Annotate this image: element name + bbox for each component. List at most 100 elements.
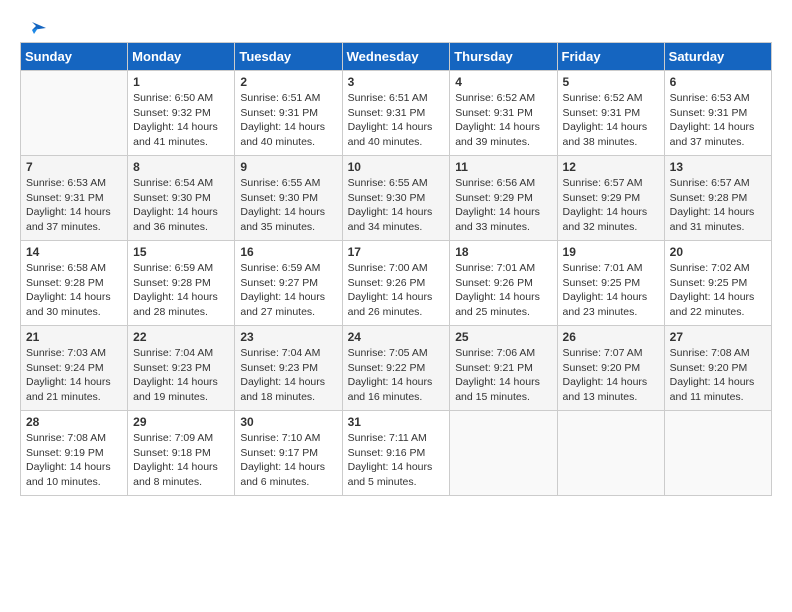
cell-text: Sunrise: 7:09 AM — [133, 431, 229, 446]
cell-text: Daylight: 14 hours — [348, 290, 445, 305]
calendar-cell: 11Sunrise: 6:56 AMSunset: 9:29 PMDayligh… — [450, 156, 557, 241]
day-number: 2 — [240, 75, 336, 89]
cell-text: Sunset: 9:31 PM — [670, 106, 766, 121]
cell-text: Sunset: 9:31 PM — [348, 106, 445, 121]
cell-text: Daylight: 14 hours — [670, 290, 766, 305]
cell-text: Sunrise: 7:07 AM — [563, 346, 659, 361]
cell-text: Sunrise: 6:55 AM — [348, 176, 445, 191]
cell-text: and 40 minutes. — [240, 135, 336, 150]
week-row: 7Sunrise: 6:53 AMSunset: 9:31 PMDaylight… — [21, 156, 772, 241]
cell-text: Sunset: 9:27 PM — [240, 276, 336, 291]
cell-text: Sunset: 9:29 PM — [455, 191, 551, 206]
header-cell-monday: Monday — [128, 43, 235, 71]
cell-text: Sunset: 9:21 PM — [455, 361, 551, 376]
calendar-cell — [21, 71, 128, 156]
cell-text: and 26 minutes. — [348, 305, 445, 320]
cell-text: and 31 minutes. — [670, 220, 766, 235]
header-cell-sunday: Sunday — [21, 43, 128, 71]
cell-text: Sunrise: 6:58 AM — [26, 261, 122, 276]
day-number: 30 — [240, 415, 336, 429]
cell-text: Sunrise: 6:54 AM — [133, 176, 229, 191]
cell-text: and 6 minutes. — [240, 475, 336, 490]
cell-text: Sunset: 9:28 PM — [133, 276, 229, 291]
day-number: 28 — [26, 415, 122, 429]
cell-text: Sunset: 9:16 PM — [348, 446, 445, 461]
cell-text: Sunrise: 6:59 AM — [133, 261, 229, 276]
cell-text: Sunrise: 7:11 AM — [348, 431, 445, 446]
calendar-cell: 15Sunrise: 6:59 AMSunset: 9:28 PMDayligh… — [128, 241, 235, 326]
day-number: 5 — [563, 75, 659, 89]
day-number: 8 — [133, 160, 229, 174]
calendar-cell: 6Sunrise: 6:53 AMSunset: 9:31 PMDaylight… — [664, 71, 771, 156]
cell-text: Sunset: 9:31 PM — [563, 106, 659, 121]
cell-text: Daylight: 14 hours — [563, 205, 659, 220]
cell-text: Daylight: 14 hours — [455, 290, 551, 305]
week-row: 28Sunrise: 7:08 AMSunset: 9:19 PMDayligh… — [21, 411, 772, 496]
cell-text: Daylight: 14 hours — [455, 375, 551, 390]
cell-text: and 34 minutes. — [348, 220, 445, 235]
cell-text: Daylight: 14 hours — [455, 120, 551, 135]
calendar-cell: 9Sunrise: 6:55 AMSunset: 9:30 PMDaylight… — [235, 156, 342, 241]
calendar-cell: 1Sunrise: 6:50 AMSunset: 9:32 PMDaylight… — [128, 71, 235, 156]
calendar-cell: 2 Sunrise: 6:51 AMSunset: 9:31 PMDaylight… — [235, 71, 342, 156]
cell-text: and 19 minutes. — [133, 390, 229, 405]
cell-text: Sunset: 9:31 PM — [26, 191, 122, 206]
calendar-cell: 31Sunrise: 7:11 AMSunset: 9:16 PMDayligh… — [342, 411, 450, 496]
cell-text: Sunrise: 6:51 AM — [240, 91, 336, 106]
cell-text: and 16 minutes. — [348, 390, 445, 405]
cell-text: Sunset: 9:17 PM — [240, 446, 336, 461]
cell-text: Daylight: 14 hours — [240, 205, 336, 220]
cell-text: Daylight: 14 hours — [240, 120, 336, 135]
cell-text: and 13 minutes. — [563, 390, 659, 405]
cell-text: and 11 minutes. — [670, 390, 766, 405]
day-number: 23 — [240, 330, 336, 344]
calendar-cell — [557, 411, 664, 496]
cell-text: Sunset: 9:20 PM — [563, 361, 659, 376]
cell-text: Sunrise: 6:55 AM — [240, 176, 336, 191]
cell-text: and 15 minutes. — [455, 390, 551, 405]
cell-text: Sunrise: 6:52 AM — [563, 91, 659, 106]
day-number: 19 — [563, 245, 659, 259]
day-number: 6 — [670, 75, 766, 89]
cell-text: Daylight: 14 hours — [133, 290, 229, 305]
logo-bird-icon — [24, 20, 46, 38]
cell-text: and 25 minutes. — [455, 305, 551, 320]
calendar-cell: 23Sunrise: 7:04 AMSunset: 9:23 PMDayligh… — [235, 326, 342, 411]
cell-text: Sunset: 9:24 PM — [26, 361, 122, 376]
cell-text: and 39 minutes. — [455, 135, 551, 150]
week-row: 1Sunrise: 6:50 AMSunset: 9:32 PMDaylight… — [21, 71, 772, 156]
day-number: 16 — [240, 245, 336, 259]
cell-text: Sunset: 9:23 PM — [240, 361, 336, 376]
cell-text: Sunset: 9:29 PM — [563, 191, 659, 206]
cell-text: Sunrise: 7:05 AM — [348, 346, 445, 361]
cell-text: Sunrise: 6:51 AM — [348, 91, 445, 106]
header-cell-thursday: Thursday — [450, 43, 557, 71]
calendar-cell: 21Sunrise: 7:03 AMSunset: 9:24 PMDayligh… — [21, 326, 128, 411]
cell-text: Sunset: 9:31 PM — [240, 106, 336, 121]
cell-text: Daylight: 14 hours — [348, 120, 445, 135]
cell-text: Daylight: 14 hours — [348, 460, 445, 475]
cell-text: and 30 minutes. — [26, 305, 122, 320]
cell-text: Sunset: 9:22 PM — [348, 361, 445, 376]
cell-text: Sunset: 9:25 PM — [563, 276, 659, 291]
header-row: SundayMondayTuesdayWednesdayThursdayFrid… — [21, 43, 772, 71]
calendar-cell: 4Sunrise: 6:52 AMSunset: 9:31 PMDaylight… — [450, 71, 557, 156]
cell-text: and 35 minutes. — [240, 220, 336, 235]
week-row: 21Sunrise: 7:03 AMSunset: 9:24 PMDayligh… — [21, 326, 772, 411]
cell-text: Sunset: 9:32 PM — [133, 106, 229, 121]
cell-text: and 22 minutes. — [670, 305, 766, 320]
cell-text: Sunset: 9:20 PM — [670, 361, 766, 376]
calendar-cell: 10Sunrise: 6:55 AMSunset: 9:30 PMDayligh… — [342, 156, 450, 241]
day-number: 18 — [455, 245, 551, 259]
calendar-cell: 8Sunrise: 6:54 AMSunset: 9:30 PMDaylight… — [128, 156, 235, 241]
day-number: 27 — [670, 330, 766, 344]
day-number: 11 — [455, 160, 551, 174]
cell-text: and 36 minutes. — [133, 220, 229, 235]
cell-text: Daylight: 14 hours — [348, 375, 445, 390]
cell-text: Daylight: 14 hours — [563, 290, 659, 305]
calendar-cell — [450, 411, 557, 496]
cell-text: Sunset: 9:23 PM — [133, 361, 229, 376]
cell-text: and 23 minutes. — [563, 305, 659, 320]
day-number: 7 — [26, 160, 122, 174]
cell-text: Daylight: 14 hours — [563, 120, 659, 135]
